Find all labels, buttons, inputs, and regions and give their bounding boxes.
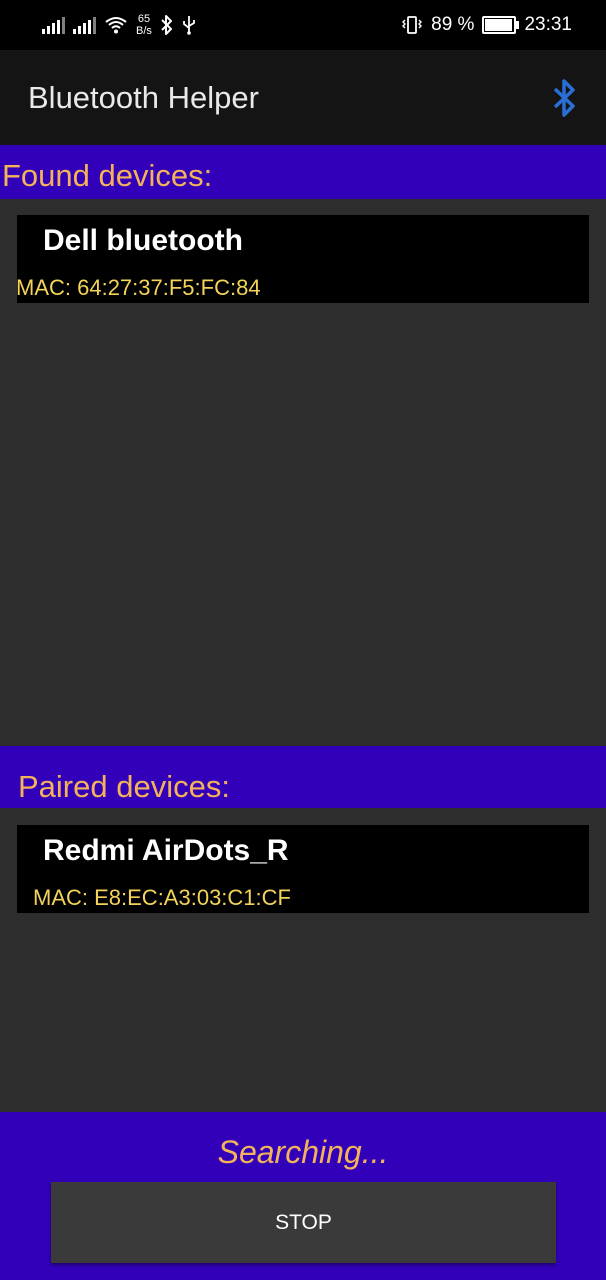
network-speed-unit: B/s <box>136 25 152 37</box>
clock: 23:31 <box>524 14 572 35</box>
network-speed: 65 B/s <box>136 13 152 37</box>
stop-button[interactable]: STOP <box>51 1182 556 1263</box>
vibrate-icon <box>402 16 423 34</box>
bottom-bar: Searching... STOP <box>0 1112 606 1280</box>
paired-devices-header: Paired devices: <box>0 746 606 808</box>
device-mac: MAC: E8:EC:A3:03:C1:CF <box>33 885 291 910</box>
wifi-icon <box>105 17 127 34</box>
bluetooth-icon <box>161 15 172 35</box>
app-bar: Bluetooth Helper <box>0 50 606 145</box>
found-devices-label: Found devices: <box>2 158 213 193</box>
status-right: 89 % 23:31 <box>401 10 572 40</box>
search-status: Searching... <box>217 1134 389 1170</box>
battery-percent: 89 % <box>431 14 475 35</box>
found-device-item[interactable]: Dell bluetooth MAC: 64:27:37:F5:FC:84 <box>16 215 589 303</box>
device-name: Dell bluetooth <box>43 224 243 257</box>
device-mac: MAC: 64:27:37:F5:FC:84 <box>16 275 261 300</box>
status-bar: 65 B/s 89 % 23:31 <box>0 0 606 50</box>
signal-icon <box>42 16 65 34</box>
usb-icon <box>183 16 195 35</box>
paired-devices-label: Paired devices: <box>18 769 230 804</box>
network-speed-value: 65 <box>137 13 151 25</box>
bluetooth-icon[interactable] <box>550 78 580 118</box>
found-devices-header: Found devices: <box>0 145 606 199</box>
paired-device-item[interactable]: Redmi AirDots_R MAC: E8:EC:A3:03:C1:CF <box>17 825 589 913</box>
signal-icon <box>73 16 96 34</box>
status-left: 65 B/s <box>42 10 196 40</box>
device-name: Redmi AirDots_R <box>43 834 289 867</box>
app-title: Bluetooth Helper <box>28 80 259 115</box>
battery-charging-icon <box>482 16 520 34</box>
